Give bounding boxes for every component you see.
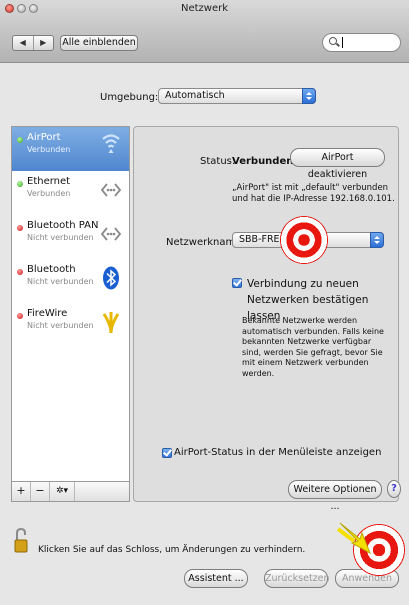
service-name: Bluetooth PAN: [27, 220, 99, 231]
ethernet-icon: [100, 227, 122, 241]
network-name-value: SBB-FREE: [239, 234, 286, 245]
service-status: Verbunden: [27, 189, 71, 198]
search-input[interactable]: [322, 33, 401, 52]
window-title: Netzwerk: [180, 3, 229, 14]
popup-arrows-icon: [370, 232, 384, 248]
status-dot-green: [17, 137, 23, 143]
back-button[interactable]: ◀: [13, 36, 33, 50]
show-status-label: AirPort-Status in der Menüleiste anzeige…: [174, 447, 382, 458]
service-status: Nicht verbunden: [27, 233, 94, 242]
show-all-button[interactable]: Alle einblenden: [60, 35, 138, 51]
ask-join-help-text: Bekannte Netzwerke werden automatisch ve…: [242, 316, 384, 378]
service-name: Bluetooth: [27, 264, 76, 275]
bluetooth-icon: [103, 266, 119, 290]
service-item-firewire[interactable]: FireWire Nicht verbunden: [12, 303, 129, 347]
remove-service-button[interactable]: −: [31, 482, 50, 501]
service-list-controls: + − ✲▾: [11, 482, 130, 502]
firewire-icon: [102, 312, 120, 334]
service-item-bluetooth[interactable]: Bluetooth Nicht verbunden: [12, 259, 129, 303]
advanced-button[interactable]: Weitere Optionen ...: [288, 480, 382, 512]
location-label: Umgebung:: [100, 92, 159, 103]
forward-button[interactable]: ▶: [32, 36, 54, 50]
status-dot-red: [17, 225, 23, 231]
service-item-bluetooth-pan[interactable]: Bluetooth PAN Nicht verbunden: [12, 215, 129, 259]
service-status: Verbunden: [27, 145, 71, 154]
service-status: Nicht verbunden: [27, 277, 94, 286]
status-dot-red: [17, 269, 23, 275]
service-item-ethernet[interactable]: Ethernet Verbunden: [12, 171, 129, 215]
status-dot-red: [17, 313, 23, 319]
target-marker: [280, 216, 328, 264]
service-list: AirPort Verbunden Ethernet Verbunden Blu…: [11, 126, 130, 482]
revert-button[interactable]: Zurücksetzen: [264, 569, 330, 588]
service-name: Ethernet: [27, 176, 71, 187]
location-value: Automatisch: [165, 90, 225, 101]
wifi-icon: [102, 134, 120, 153]
assistant-button[interactable]: Assistent ...: [184, 569, 248, 588]
service-item-airport[interactable]: AirPort Verbunden: [12, 127, 129, 171]
status-description: „AirPort" ist mit „default" verbunden un…: [232, 183, 395, 204]
airport-deactivate-button[interactable]: AirPort deaktivieren: [290, 148, 385, 180]
lock-text: Klicken Sie auf das Schloss, um Änderung…: [38, 545, 306, 555]
gear-menu-button[interactable]: ✲▾: [50, 482, 75, 501]
status-value: Verbunden: [232, 156, 294, 167]
service-status: Nicht verbunden: [27, 321, 94, 330]
lock-icon[interactable]: [14, 528, 28, 554]
popup-arrows-icon: [302, 88, 316, 104]
service-name: FireWire: [27, 308, 68, 319]
add-service-button[interactable]: +: [12, 482, 31, 501]
help-button[interactable]: ?: [387, 480, 401, 498]
ask-join-checkbox[interactable]: [232, 278, 242, 288]
status-dot-green: [17, 181, 23, 187]
status-label: Status:: [200, 156, 236, 167]
arrow-icon: [336, 522, 371, 555]
text-cursor: [342, 37, 343, 48]
ethernet-icon: [100, 183, 122, 197]
search-icon: [329, 37, 337, 45]
show-status-checkbox[interactable]: [162, 448, 172, 458]
nav-buttons: ◀ ▶: [12, 35, 54, 51]
location-select[interactable]: Automatisch: [158, 88, 316, 104]
service-name: AirPort: [27, 132, 61, 143]
